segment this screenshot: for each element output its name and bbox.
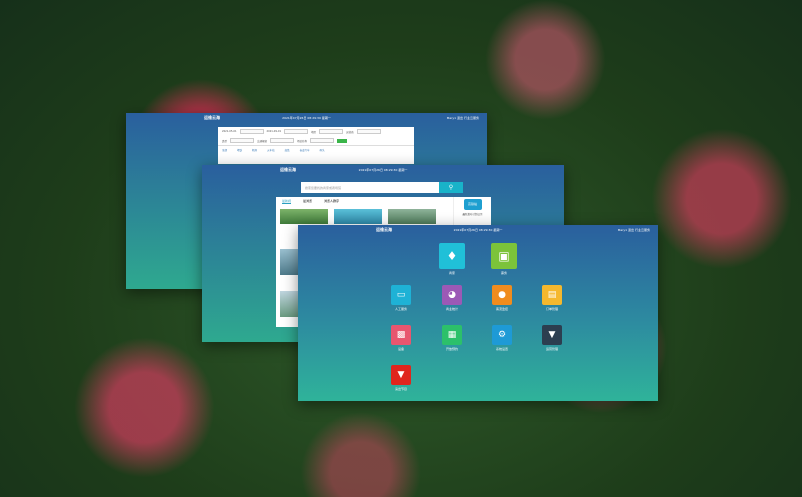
app-label: 订单管理: [545, 307, 558, 311]
app-label: 系统设置: [495, 347, 508, 351]
card-icon: ▭: [391, 285, 411, 305]
filter-panel: 2021-05-01 2021-09-01 地区 运营商 类型 交通枢纽 场馆名…: [218, 127, 414, 164]
tab-crowd[interactable]: 浏览人群序: [324, 199, 339, 204]
drink-icon: ▼: [391, 365, 411, 385]
user-menu[interactable]: Mary1 退出 行业云服务: [447, 116, 479, 120]
app-label: 票务: [500, 271, 507, 275]
tab-airport[interactable]: 机场: [252, 148, 257, 152]
type-select[interactable]: [230, 138, 255, 143]
search-button[interactable]: ⚲: [439, 182, 463, 193]
logo: 运维云海: [376, 227, 392, 232]
person-icon: ●: [492, 285, 512, 305]
tab-bus[interactable]: 长途汽车: [300, 148, 310, 152]
venue-thumbnail[interactable]: [334, 209, 382, 224]
clock: 2021年07月26日 08:29:30 星期一: [358, 168, 408, 172]
region-label: 地区: [311, 130, 317, 134]
app-label: 演出节目: [394, 387, 407, 391]
top-bar: 运维云海 2021年07月26日 08:29:30 星期一 Mary1 退出 行…: [298, 225, 658, 235]
hub-select[interactable]: [270, 138, 295, 143]
pie-chart-icon: ◕: [442, 285, 462, 305]
app-settings[interactable]: ⚙ 系统设置: [482, 325, 522, 351]
tab-latest[interactable]: 最新视: [282, 199, 292, 204]
venue-thumbnail[interactable]: [280, 291, 300, 317]
top-bar: 运维云海 2021年07月26日 08:29:30 星期一: [202, 165, 564, 175]
app-label: 设备: [397, 347, 404, 351]
gear-icon: ⚙: [492, 325, 512, 345]
cocktail-icon: ▼: [542, 325, 562, 345]
search-icon: ⚲: [448, 184, 454, 191]
region-input[interactable]: [319, 129, 344, 134]
date-from-label: 2021-05-01: [222, 130, 237, 133]
order-icon: ▤: [542, 285, 562, 305]
venue-label: 场馆名称: [297, 139, 308, 143]
category-tabs: 全部 地铁 机场 火车站 高铁 长途汽车 码头: [218, 145, 414, 154]
operator-input[interactable]: [356, 129, 381, 134]
venue-input[interactable]: [310, 138, 335, 143]
app-traffic-monitor[interactable]: ● 客流监控: [482, 285, 522, 311]
app-operations[interactable]: ▼ 运营管理: [532, 325, 572, 351]
venue-thumbnail[interactable]: [280, 209, 328, 224]
device-icon: ▩: [391, 325, 411, 345]
logo: 运维云海: [204, 115, 220, 120]
app-merchant[interactable]: ♦ 商家: [432, 243, 472, 275]
tab-most-viewed[interactable]: 最浏览: [303, 199, 312, 204]
venue-thumbnail[interactable]: [280, 249, 300, 275]
clock: 2021年07月26日 08:29:30 星期一: [282, 116, 331, 120]
tab-metro[interactable]: 地铁: [237, 148, 242, 152]
app-label: 运营管理: [545, 347, 558, 351]
app-label: 客流监控: [495, 307, 508, 311]
app-shows[interactable]: ▼ 演出节目: [381, 365, 421, 391]
operator-label: 运营商: [346, 130, 354, 134]
tab-highspeed[interactable]: 高铁: [285, 148, 290, 152]
type-label: 类型: [222, 139, 228, 143]
filter-row-2: 类型 交通枢纽 场馆名称: [218, 136, 414, 145]
venue-thumbnail[interactable]: [388, 209, 436, 224]
clock: 2021年07月26日 08:29:30 星期一: [453, 228, 503, 232]
search-input[interactable]: 搜索您要找的商家或者场馆: [301, 182, 439, 193]
logo: 运维云海: [280, 167, 296, 172]
top-bar: 运维云海 2021年07月26日 08:29:30 星期一 Mary1 退出 行…: [126, 113, 487, 123]
app-launcher-window: 运维云海 2021年07月26日 08:29:30 星期一 Mary1 退出 行…: [298, 225, 658, 401]
app-booking[interactable]: ▦ 开放预约: [432, 325, 472, 351]
tab-pier[interactable]: 码头: [320, 148, 325, 152]
side-badge[interactable]: 高铁站: [463, 199, 482, 210]
calendar-icon: ▦: [442, 325, 462, 345]
app-statistics[interactable]: ◕ 商业统计: [432, 285, 472, 311]
app-ticket[interactable]: ▣ 票务: [484, 243, 524, 275]
app-label: 开放预约: [445, 347, 458, 351]
search-bar: 搜索您要找的商家或者场馆 ⚲: [301, 182, 463, 193]
app-label: 人工服务: [394, 307, 407, 311]
filter-row-1: 2021-05-01 2021-09-01 地区 运营商: [218, 127, 414, 136]
app-label: 商家: [448, 271, 455, 275]
app-label: 商业统计: [445, 307, 458, 311]
side-text: 最新发布计划公示: [462, 213, 483, 216]
hub-label: 交通枢纽: [257, 139, 268, 143]
tab-all[interactable]: 全部: [222, 148, 227, 152]
date-to-label: 2021-09-01: [266, 130, 282, 133]
user-menu[interactable]: Mary1 退出 行业云服务: [618, 228, 650, 232]
date-to-input[interactable]: [284, 129, 309, 134]
app-manual-service[interactable]: ▭ 人工服务: [381, 285, 421, 311]
date-from-input[interactable]: [239, 129, 264, 134]
app-orders[interactable]: ▤ 订单管理: [532, 285, 572, 311]
search-button[interactable]: [337, 138, 348, 143]
tag-icon: ♦: [439, 243, 465, 269]
tab-train[interactable]: 火车站: [267, 148, 275, 152]
ticket-icon: ▣: [491, 243, 517, 269]
app-device[interactable]: ▩ 设备: [381, 325, 421, 351]
